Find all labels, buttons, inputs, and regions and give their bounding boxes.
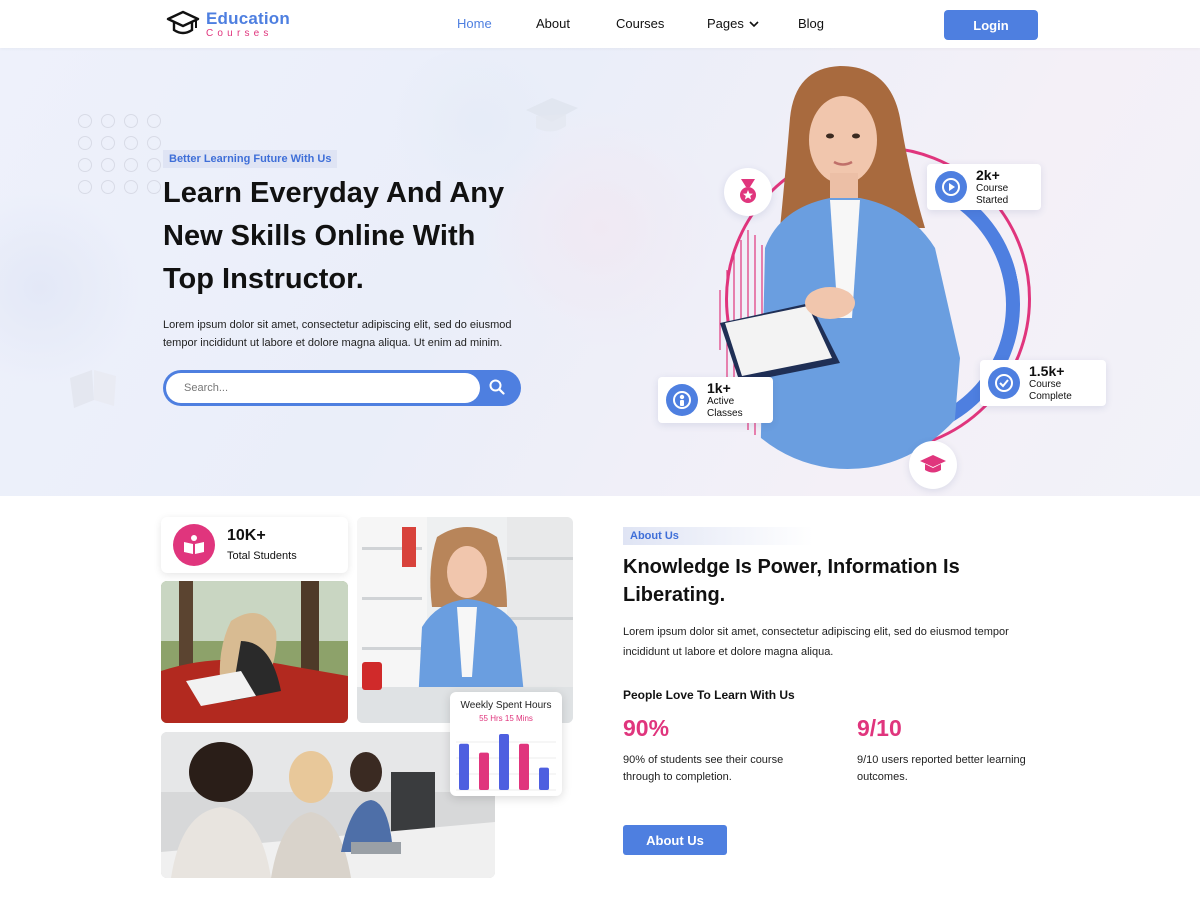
graduation-badge	[909, 441, 957, 489]
weekly-subtitle: 55 Hrs 15 Mins	[479, 714, 533, 723]
metric-completion-value: 90%	[623, 715, 670, 741]
about-title: Knowledge Is Power, Information Is Liber…	[623, 553, 1043, 609]
hero-title: Learn Everyday And Any New Skills Online…	[163, 172, 583, 301]
metric-satisfaction-value: 9/10	[857, 715, 902, 741]
metric-satisfaction-description: 9/10 users reported better learning outc…	[857, 752, 1057, 786]
weekly-bar	[499, 734, 509, 790]
metric-description-line: through to completion.	[623, 771, 732, 783]
weekly-title: Weekly Spent Hours	[460, 700, 552, 711]
nav-pages-label: Pages	[707, 16, 744, 31]
weekly-bar	[479, 752, 489, 790]
about-description: Lorem ipsum dolor sit amet, consectetur …	[623, 622, 1053, 662]
metric-description-line: 9/10 users reported better learning	[857, 754, 1026, 766]
group-study-photo	[161, 732, 495, 878]
about-description-line: Lorem ipsum dolor sit amet, consectetur …	[623, 626, 1009, 638]
graduation-cap-icon	[920, 455, 946, 473]
about-title-line: Knowledge Is Power, Information Is	[623, 556, 960, 578]
hero-search	[163, 370, 521, 406]
site-header: Education Courses Home About Courses Pag…	[0, 0, 1200, 48]
stat-icon-circle	[988, 367, 1020, 399]
brand-name: Education	[206, 8, 290, 28]
metric-completion-description: 90% of students see their course through…	[623, 752, 823, 786]
nav-pages[interactable]: Pages	[707, 16, 798, 31]
stat-label: Course Complete	[1029, 379, 1072, 402]
metric-description-line: outcomes.	[857, 771, 908, 783]
weekly-bar	[519, 743, 529, 790]
search-input[interactable]	[166, 373, 480, 403]
book-icon	[70, 370, 116, 408]
main-nav: Home About Courses Pages Blog	[457, 16, 824, 31]
about-title-line: Liberating.	[623, 584, 726, 606]
students-icon-circle	[173, 524, 215, 566]
hero-title-line: Learn Everyday And Any	[163, 177, 505, 209]
nav-blog[interactable]: Blog	[798, 16, 824, 31]
medal-icon	[740, 179, 756, 203]
book-reader-icon	[184, 535, 204, 554]
search-button[interactable]	[485, 376, 509, 400]
weekly-bar	[539, 767, 549, 790]
play-icon	[942, 178, 960, 196]
students-value: 10K+	[227, 527, 266, 544]
nav-about[interactable]: About	[536, 16, 616, 31]
login-button[interactable]: Login	[944, 10, 1038, 40]
stat-icon-circle	[666, 384, 698, 416]
stat-card-course-complete: 1.5k+ Course Complete	[980, 360, 1106, 406]
decorative-dots	[78, 114, 162, 194]
stat-label: Course Started	[976, 183, 1009, 206]
weekly-hours-card: Weekly Spent Hours 55 Hrs 15 Mins	[450, 692, 562, 796]
medal-badge	[724, 168, 772, 216]
about-description-line: incididunt ut labore et dolore magna ali…	[623, 646, 834, 658]
people-love-label: People Love To Learn With Us	[623, 688, 795, 702]
student-reading-photo	[161, 581, 348, 723]
graduation-cap-icon	[526, 98, 578, 132]
nav-home[interactable]: Home	[457, 16, 536, 31]
hero-title-line: Top Instructor.	[163, 263, 364, 295]
about-us-button[interactable]: About Us	[623, 825, 727, 855]
hero-description-line: Lorem ipsum dolor sit amet, consectetur …	[163, 319, 512, 331]
total-students-card: 10K+ Total Students	[161, 517, 348, 573]
brand-logo[interactable]: Education Courses	[166, 8, 290, 40]
user-icon	[673, 391, 691, 409]
graduation-cap-icon	[166, 10, 200, 35]
stat-icon-circle	[935, 171, 967, 203]
stat-card-active-classes: 1k+ Active Classes	[658, 377, 773, 423]
hero-tagline: Better Learning Future With Us	[163, 150, 338, 168]
hero-section: Better Learning Future With Us Learn Eve…	[0, 48, 1200, 496]
students-label: Total Students	[227, 550, 297, 562]
stat-value: 1.5k+	[1029, 363, 1065, 379]
metric-description-line: 90% of students see their course	[623, 754, 784, 766]
stat-label: Active Classes	[707, 396, 743, 419]
hero-description: Lorem ipsum dolor sit amet, consectetur …	[163, 316, 563, 352]
chevron-down-icon	[749, 20, 759, 27]
hero-description-line: tempor incididunt ut labore et dolore ma…	[163, 337, 503, 349]
search-icon	[489, 379, 505, 395]
check-icon	[995, 374, 1013, 392]
stat-card-course-started: 2k+ Course Started	[927, 164, 1041, 210]
hero-title-line: New Skills Online With	[163, 220, 476, 252]
stat-value: 1k+	[707, 380, 731, 396]
background-blob	[0, 188, 140, 388]
about-tag: About Us	[623, 527, 813, 545]
stat-value: 2k+	[976, 167, 1000, 183]
nav-courses[interactable]: Courses	[616, 16, 707, 31]
brand-subtitle: Courses	[206, 27, 273, 39]
weekly-bar-chart	[456, 734, 556, 791]
weekly-bar	[459, 743, 469, 790]
